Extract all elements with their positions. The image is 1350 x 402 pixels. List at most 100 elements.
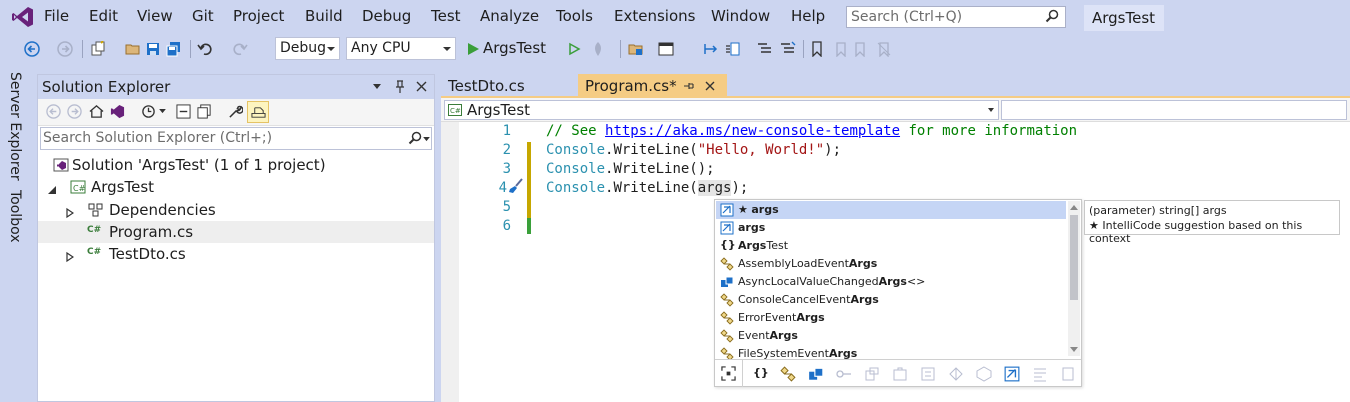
menu-help[interactable]: Help xyxy=(791,7,825,25)
menu-extensions[interactable]: Extensions xyxy=(614,7,695,25)
menu-debug[interactable]: Debug xyxy=(362,7,411,25)
hot-reload-button[interactable] xyxy=(590,41,606,57)
tree-item-solution[interactable]: Solution 'ArgsTest' (1 of 1 project) xyxy=(38,154,434,176)
solution-platform-select[interactable]: Any CPU xyxy=(346,37,456,60)
properties-wrench-icon[interactable] xyxy=(228,104,243,119)
tree-item-project[interactable]: C# ArgsTest xyxy=(38,176,434,198)
module-filter-icon[interactable] xyxy=(920,366,936,382)
visual-studio-logo-icon[interactable] xyxy=(11,5,35,29)
scroll-down-icon[interactable] xyxy=(1070,347,1078,353)
menu-window[interactable]: Window xyxy=(711,7,770,25)
quick-actions-brush-icon[interactable] xyxy=(508,178,524,194)
forward-arrow-icon[interactable] xyxy=(67,104,82,119)
snippet-filter-icon[interactable] xyxy=(1032,366,1048,382)
menu-git[interactable]: Git xyxy=(192,7,214,25)
menu-tools[interactable]: Tools xyxy=(556,7,593,25)
comment-out-button[interactable] xyxy=(757,41,773,57)
next-bookmark-button[interactable] xyxy=(853,41,869,57)
navigate-back-button[interactable] xyxy=(24,41,40,57)
menu-analyze[interactable]: Analyze xyxy=(480,7,539,25)
completion-item[interactable]: FileSystemEventArgs xyxy=(716,345,1066,359)
tree-item-program-cs[interactable]: C# Program.cs xyxy=(38,221,434,243)
code-comment-link[interactable]: https://aka.ms/new-console-template xyxy=(605,123,900,139)
start-without-debugging-button[interactable] xyxy=(566,41,582,57)
uncomment-button[interactable] xyxy=(780,41,796,57)
close-icon[interactable] xyxy=(705,81,715,91)
code-line-3[interactable]: Console.WriteLine(); xyxy=(546,161,715,177)
open-folder-button[interactable] xyxy=(628,41,644,57)
completion-item[interactable]: ★ args xyxy=(716,201,1066,219)
code-line-2[interactable]: Console.WriteLine("Hello, World!"); xyxy=(546,142,841,158)
show-all-files-icon[interactable] xyxy=(197,104,212,119)
namespace-filter-icon[interactable]: {} xyxy=(753,366,769,382)
close-icon[interactable] xyxy=(416,81,427,92)
target-type-filter-icon[interactable] xyxy=(1060,366,1076,382)
chevron-down-icon[interactable] xyxy=(423,137,430,142)
previous-bookmark-button[interactable] xyxy=(832,41,848,57)
tab-program-cs[interactable]: Program.cs* xyxy=(578,74,727,98)
chevron-down-icon[interactable] xyxy=(159,109,166,114)
menu-test[interactable]: Test xyxy=(431,7,461,25)
tree-item-testdto-cs[interactable]: C# TestDto.cs xyxy=(38,243,434,265)
step-into-button[interactable] xyxy=(703,41,719,57)
struct-filter-icon[interactable] xyxy=(808,366,824,382)
enum-filter-icon[interactable] xyxy=(864,366,880,382)
menu-edit[interactable]: Edit xyxy=(89,7,118,25)
property-filter-icon[interactable] xyxy=(976,366,992,382)
redo-button[interactable] xyxy=(232,41,248,57)
code-line-4[interactable]: Console.WriteLine(args); xyxy=(546,180,748,196)
startup-project-label[interactable]: ArgsTest xyxy=(483,39,546,57)
server-explorer-tab[interactable]: Server Explorer xyxy=(7,72,23,181)
pin-icon[interactable] xyxy=(683,81,694,91)
expander-filter-button[interactable] xyxy=(715,360,743,387)
completion-item[interactable]: ErrorEventArgs xyxy=(716,309,1066,327)
local-filter-icon[interactable] xyxy=(1004,366,1020,382)
tab-testdto-cs[interactable]: TestDto.cs xyxy=(441,74,578,98)
breakpoints-button[interactable] xyxy=(725,41,741,57)
completion-item[interactable]: EventArgs xyxy=(716,327,1066,345)
tree-item-dependencies[interactable]: Dependencies xyxy=(38,199,434,221)
menu-project[interactable]: Project xyxy=(233,7,284,25)
completion-scrollbar[interactable] xyxy=(1068,201,1080,356)
member-scope-select[interactable] xyxy=(1001,100,1347,120)
scrollbar-thumb[interactable] xyxy=(1070,215,1078,300)
menu-file[interactable]: File xyxy=(44,7,69,25)
home-icon[interactable] xyxy=(89,104,104,119)
navigate-forward-button[interactable] xyxy=(57,41,73,57)
toolbox-tab[interactable]: Toolbox xyxy=(7,190,23,243)
menu-view[interactable]: View xyxy=(137,7,173,25)
class-filter-icon[interactable] xyxy=(780,366,796,382)
solution-configuration-select[interactable]: Debug xyxy=(275,37,340,60)
save-all-button[interactable] xyxy=(166,41,182,57)
layout-button[interactable] xyxy=(658,41,674,57)
toolbar-separator xyxy=(803,40,804,58)
start-debugging-button[interactable] xyxy=(465,41,481,57)
project-scope-select[interactable]: C# ArgsTest xyxy=(444,100,999,120)
pin-icon[interactable] xyxy=(394,80,406,94)
switch-views-icon[interactable] xyxy=(110,104,125,119)
back-arrow-icon[interactable] xyxy=(46,104,61,119)
clear-bookmarks-button[interactable] xyxy=(876,41,892,57)
collapse-all-icon[interactable] xyxy=(176,104,191,119)
new-project-button[interactable] xyxy=(90,41,106,57)
open-file-button[interactable] xyxy=(125,41,141,57)
completion-item[interactable]: {} ArgsTest xyxy=(716,237,1066,255)
undo-button[interactable] xyxy=(197,41,213,57)
solution-explorer-search-input[interactable]: Search Solution Explorer (Ctrl+;) xyxy=(40,127,432,150)
global-search-input[interactable]: Search (Ctrl+Q) xyxy=(846,6,1066,28)
toggle-bookmark-button[interactable] xyxy=(809,41,825,57)
method-filter-icon[interactable] xyxy=(948,366,964,382)
chevron-down-icon[interactable] xyxy=(373,84,381,90)
completion-item[interactable]: args xyxy=(716,219,1066,237)
completion-item[interactable]: AsyncLocalValueChangedArgs<> xyxy=(716,273,1066,291)
delegate-filter-icon[interactable] xyxy=(892,366,908,382)
preview-selected-items-button[interactable] xyxy=(247,101,269,123)
menu-build[interactable]: Build xyxy=(305,7,343,25)
completion-item[interactable]: AssemblyLoadEventArgs xyxy=(716,255,1066,273)
completion-item[interactable]: ConsoleCancelEventArgs xyxy=(716,291,1066,309)
code-line-1[interactable]: // See https://aka.ms/new-console-templa… xyxy=(546,123,1077,139)
pending-changes-filter-icon[interactable] xyxy=(141,104,156,119)
interface-filter-icon[interactable] xyxy=(836,366,852,382)
save-button[interactable] xyxy=(145,41,161,57)
scroll-up-icon[interactable] xyxy=(1070,204,1078,210)
